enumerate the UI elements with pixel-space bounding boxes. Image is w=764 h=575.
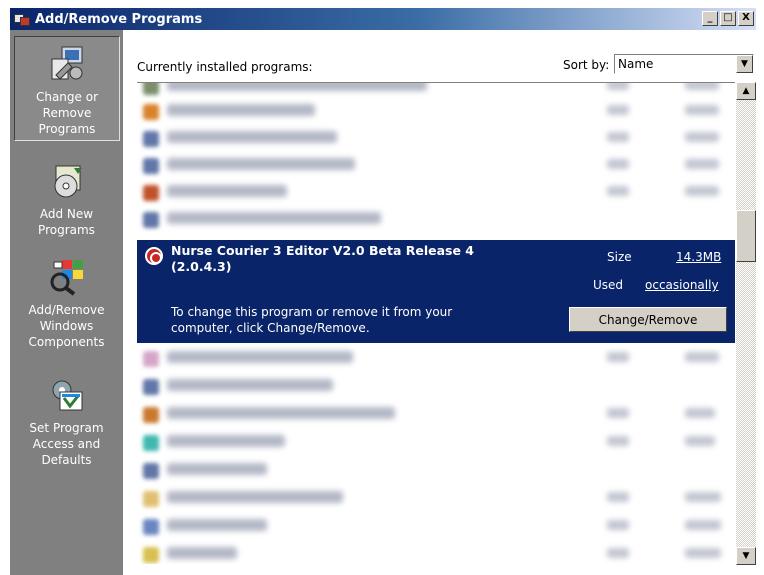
program-icon xyxy=(143,83,159,95)
windows-components-icon xyxy=(48,258,86,296)
installed-programs-label: Currently installed programs: xyxy=(137,60,313,74)
change-remove-button[interactable]: Change/Remove xyxy=(569,307,727,332)
used-label: Used xyxy=(593,278,624,292)
program-icon xyxy=(143,519,159,535)
minimize-button[interactable]: _ xyxy=(702,11,718,26)
title-bar: Add/Remove Programs _ □ X xyxy=(10,8,756,30)
list-item[interactable] xyxy=(137,208,735,231)
scroll-thumb[interactable] xyxy=(736,210,756,262)
close-button[interactable]: X xyxy=(738,11,754,26)
selected-program-row[interactable]: Nurse Courier 3 Editor V2.0 Beta Release… xyxy=(137,240,735,343)
nurse-courier-icon xyxy=(145,247,163,265)
list-item[interactable] xyxy=(137,100,735,123)
change-remove-icon xyxy=(48,45,86,83)
sidebar-item-change-remove[interactable]: Change or Remove Programs xyxy=(14,36,120,141)
sidebar: Change or Remove Programs Add New Progra… xyxy=(10,30,123,575)
sort-by-select[interactable]: Name ▼ xyxy=(614,54,754,74)
list-item[interactable] xyxy=(137,154,735,177)
sidebar-item-windows-components[interactable]: Add/Remove Windows Components xyxy=(10,258,123,358)
list-item[interactable] xyxy=(137,347,735,370)
program-icon xyxy=(143,104,159,120)
selected-program-name: Nurse Courier 3 Editor V2.0 Beta Release… xyxy=(171,243,475,274)
list-item[interactable] xyxy=(137,83,735,98)
used-value-link[interactable]: occasionally xyxy=(645,278,719,292)
program-icon xyxy=(143,463,159,479)
list-item[interactable] xyxy=(137,403,735,426)
add-remove-programs-icon xyxy=(13,11,31,27)
cd-install-icon xyxy=(48,162,86,200)
program-defaults-icon xyxy=(48,376,86,414)
sidebar-item-add-new[interactable]: Add New Programs xyxy=(10,162,123,242)
program-icon xyxy=(143,351,159,367)
program-icon xyxy=(143,379,159,395)
program-icon xyxy=(143,407,159,423)
program-icon xyxy=(143,131,159,147)
program-icon xyxy=(143,212,159,228)
size-label: Size xyxy=(607,250,632,264)
list-item[interactable] xyxy=(137,543,735,564)
program-icon xyxy=(143,435,159,451)
scroll-down-button[interactable]: ▼ xyxy=(736,547,756,565)
window-title: Add/Remove Programs xyxy=(35,11,203,27)
chevron-down-icon[interactable]: ▼ xyxy=(736,55,753,73)
program-icon xyxy=(143,158,159,174)
sort-by-value: Name xyxy=(618,57,654,71)
program-icon xyxy=(143,491,159,507)
list-item[interactable] xyxy=(137,487,735,510)
list-item[interactable] xyxy=(137,127,735,150)
programs-list[interactable]: Nurse Courier 3 Editor V2.0 Beta Release… xyxy=(137,82,735,564)
program-icon xyxy=(143,185,159,201)
sidebar-item-label: Change or Remove Programs xyxy=(35,90,99,136)
list-item[interactable] xyxy=(137,431,735,454)
list-item[interactable] xyxy=(137,375,735,398)
list-item[interactable] xyxy=(137,181,735,204)
sidebar-item-program-defaults[interactable]: Set Program Access and Defaults xyxy=(10,376,123,476)
change-remove-description: To change this program or remove it from… xyxy=(171,305,453,335)
sidebar-item-label: Add New Programs xyxy=(38,207,95,237)
sidebar-item-label: Set Program Access and Defaults xyxy=(29,421,104,467)
sort-by-label: Sort by: xyxy=(563,58,610,72)
size-value-link[interactable]: 14.3MB xyxy=(676,250,721,264)
list-item[interactable] xyxy=(137,515,735,538)
maximize-button[interactable]: □ xyxy=(720,11,736,26)
sidebar-item-label: Add/Remove Windows Components xyxy=(28,303,105,349)
program-icon xyxy=(143,547,159,563)
scroll-up-button[interactable]: ▲ xyxy=(736,82,756,100)
main-panel: Currently installed programs: Sort by: N… xyxy=(123,30,764,575)
programs-scrollbar[interactable]: ▲ ▼ xyxy=(736,82,756,565)
list-item[interactable] xyxy=(137,459,735,482)
